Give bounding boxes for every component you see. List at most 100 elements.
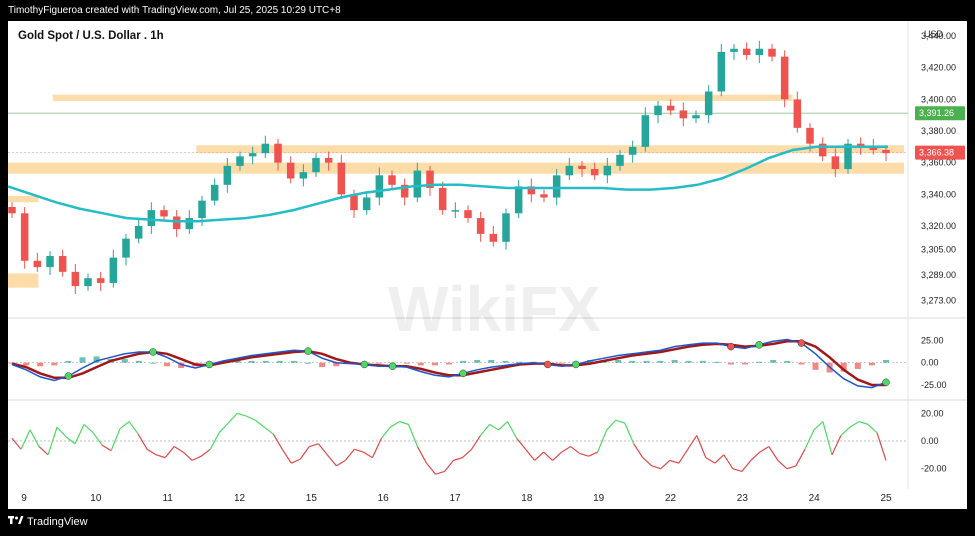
osc-segment <box>200 448 211 457</box>
support-resistance-zone <box>8 273 39 288</box>
osc-segment <box>462 448 472 459</box>
candle-body <box>692 115 700 119</box>
macd-histogram-bar <box>713 361 720 363</box>
x-tick-label: 9 <box>21 493 27 504</box>
candle-body <box>489 233 498 242</box>
macd-histogram-bar <box>558 362 565 364</box>
x-tick-label: 16 <box>378 493 390 504</box>
osc-segment <box>354 448 364 453</box>
candle <box>134 219 143 244</box>
candle <box>33 252 42 272</box>
candle-body <box>540 194 548 198</box>
candle-body <box>793 99 802 128</box>
candle-body <box>8 206 16 214</box>
candle-body <box>160 210 168 217</box>
macd-histogram-bar <box>121 359 128 363</box>
osc-segment <box>110 428 121 451</box>
macd-histogram-bar <box>629 360 636 363</box>
candle-body <box>654 105 662 116</box>
macd-cross-dot <box>304 347 312 355</box>
candle <box>464 205 472 223</box>
osc-segment <box>507 421 518 439</box>
candle-body <box>679 110 688 119</box>
candle-body <box>755 48 764 56</box>
candle <box>692 110 700 124</box>
macd-cross-dot <box>572 360 580 369</box>
osc-segment <box>858 421 869 425</box>
candle <box>679 102 688 127</box>
osc-segment <box>525 448 536 461</box>
macd-histogram-bar <box>812 362 819 370</box>
macd-histogram-bar <box>615 360 622 363</box>
macd-histogram-bar <box>65 360 72 363</box>
osc-segment <box>56 426 67 438</box>
candle-body <box>147 210 156 226</box>
osc-segment <box>849 421 860 428</box>
osc-segment <box>642 457 653 467</box>
candle <box>780 50 789 108</box>
macd-tick-label: -25.00 <box>921 380 947 390</box>
y-tick-label: 3,340.00 <box>921 189 956 199</box>
osc-segment <box>516 437 527 450</box>
chart-area[interactable]: WikiFX 9 10 11 12 15 16 17 18 19 22 23 24 25 3,440.00 3… <box>8 21 967 509</box>
candle <box>160 205 168 222</box>
x-tick-label: 18 <box>521 493 533 504</box>
candle-body <box>628 146 637 155</box>
macd-cross-dot <box>755 341 763 349</box>
candle-body <box>666 105 675 111</box>
osc-segment <box>227 412 238 424</box>
macd-histogram-bar <box>276 360 283 363</box>
osc-segment <box>38 446 49 456</box>
candle-body <box>476 218 485 234</box>
candle-body <box>312 157 320 173</box>
osc-segment <box>137 433 148 450</box>
y-tick-label: 3,420.00 <box>921 63 956 73</box>
osc-segment <box>714 454 725 464</box>
tradingview-logo-icon <box>8 509 24 536</box>
osc-segment <box>281 448 292 464</box>
osc-tick-label: 0.00 <box>921 436 939 446</box>
candle <box>768 43 776 62</box>
candle <box>476 211 485 242</box>
osc-segment <box>831 435 842 456</box>
x-tick-label: 24 <box>809 493 821 504</box>
osc-segment <box>155 454 166 459</box>
osc-segment <box>74 424 85 445</box>
osc-segment <box>182 451 193 461</box>
candle-body <box>96 278 105 283</box>
support-resistance-zone <box>8 195 39 203</box>
price-chart-svg[interactable]: WikiFX9 10 11 12 15 16 17 18 19 22 23 24 253,440.003… <box>8 21 967 509</box>
osc-segment <box>453 457 463 461</box>
osc-segment <box>552 451 563 461</box>
osc-segment <box>218 422 229 434</box>
macd-histogram-bar <box>262 360 269 363</box>
candle-body <box>438 187 447 211</box>
macd-histogram-bar <box>460 360 467 363</box>
osc-segment <box>615 419 625 424</box>
candle <box>502 208 510 250</box>
osc-segment <box>660 459 671 470</box>
macd-histogram-bar <box>756 361 763 363</box>
candle-body <box>806 127 814 144</box>
osc-segment <box>480 424 491 436</box>
candle-body <box>172 216 181 230</box>
macd-histogram-bar <box>305 362 312 364</box>
x-tick-label: 19 <box>593 493 605 504</box>
candle-body <box>198 200 206 219</box>
candle-body <box>502 213 510 242</box>
price-label-text: 3,366.38 <box>919 148 954 158</box>
candle-body <box>831 156 840 169</box>
macd-histogram-bar <box>502 360 509 363</box>
osc-segment <box>678 448 689 464</box>
candle-body <box>20 213 29 261</box>
candle-body <box>274 143 282 163</box>
y-tick-label: 3,400.00 <box>921 94 956 104</box>
osc-segment <box>237 412 247 417</box>
candle-body <box>388 175 396 185</box>
osc-segment <box>191 455 202 461</box>
macd-cross-dot <box>882 378 890 387</box>
osc-segment <box>750 451 761 461</box>
candle-body <box>71 271 80 287</box>
macd-cross-dot <box>149 348 157 356</box>
macd-histogram-bar <box>79 357 86 363</box>
